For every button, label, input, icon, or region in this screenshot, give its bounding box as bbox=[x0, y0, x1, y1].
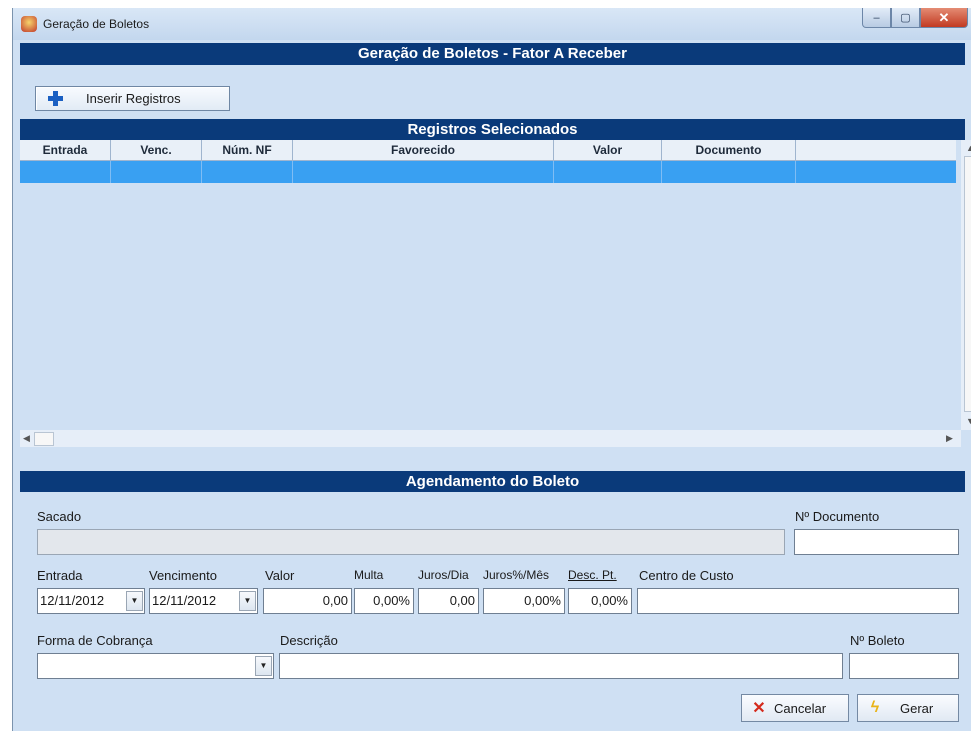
vencimento-label: Vencimento bbox=[149, 568, 217, 583]
cancel-button[interactable]: ✕ Cancelar bbox=[741, 694, 849, 722]
window-title: Geração de Boletos bbox=[43, 17, 150, 31]
desc-field[interactable]: 0,00% bbox=[568, 588, 632, 614]
page-title: Geração de Boletos - Fator A Receber bbox=[20, 43, 965, 65]
descricao-field[interactable] bbox=[279, 653, 843, 679]
valor-label: Valor bbox=[265, 568, 295, 583]
doc-number-field[interactable] bbox=[794, 529, 959, 555]
entrada-label: Entrada bbox=[37, 568, 83, 583]
centro-custo-field[interactable] bbox=[637, 588, 959, 614]
column-header-extra bbox=[796, 140, 956, 160]
title-bar: Geração de Boletos – ▢ ✕ bbox=[13, 8, 971, 40]
column-header-num-nf[interactable]: Núm. NF bbox=[202, 140, 293, 160]
window-controls: – ▢ ✕ bbox=[862, 8, 968, 30]
records-grid[interactable]: Entrada Venc. Núm. NF Favorecido Valor D… bbox=[20, 140, 956, 430]
grid-title: Registros Selecionados bbox=[20, 119, 965, 140]
insert-records-button[interactable]: Inserir Registros bbox=[35, 86, 230, 111]
valor-field[interactable]: 0,00 bbox=[263, 588, 352, 614]
doc-number-label: Nº Documento bbox=[795, 509, 879, 524]
lightning-icon: ϟ bbox=[870, 699, 880, 716]
chevron-down-icon[interactable]: ▼ bbox=[126, 591, 143, 611]
table-cell[interactable] bbox=[111, 161, 202, 183]
table-cell[interactable] bbox=[293, 161, 554, 183]
horizontal-scroll-thumb[interactable] bbox=[34, 432, 54, 446]
juros-mes-label: Juros%/Mês bbox=[483, 568, 550, 582]
sacado-label: Sacado bbox=[37, 509, 82, 524]
app-icon bbox=[21, 16, 37, 32]
vertical-scroll-thumb[interactable] bbox=[964, 156, 971, 412]
doc-number-label-text: Nº Documento bbox=[795, 509, 880, 524]
vencimento-date-value: 12/11/2012 bbox=[152, 593, 217, 608]
generate-button-label: Gerar bbox=[900, 700, 934, 716]
scroll-down-icon[interactable]: ▼ bbox=[966, 416, 971, 426]
desc-label: Desc. Pt. bbox=[568, 568, 617, 582]
grid-header: Entrada Venc. Núm. NF Favorecido Valor D… bbox=[20, 140, 956, 161]
entrada-date-picker[interactable]: 12/11/2012 ▼ bbox=[37, 588, 145, 614]
table-cell[interactable] bbox=[554, 161, 662, 183]
forma-cobranca-select[interactable]: ▼ bbox=[37, 653, 274, 679]
column-header-venc[interactable]: Venc. bbox=[111, 140, 202, 160]
vencimento-date-picker[interactable]: 12/11/2012 ▼ bbox=[149, 588, 258, 614]
centro-custo-label: Centro de Custo bbox=[639, 568, 734, 583]
main-window: Geração de Boletos – ▢ ✕ Geração de Bole… bbox=[12, 8, 971, 731]
close-button[interactable]: ✕ bbox=[920, 8, 968, 28]
boleto-number-label: Nº Boleto bbox=[850, 633, 905, 648]
forma-cobranca-label: Forma de Cobrança bbox=[37, 633, 153, 648]
boleto-number-field[interactable] bbox=[849, 653, 959, 679]
minimize-button[interactable]: – bbox=[862, 8, 891, 28]
column-header-valor[interactable]: Valor bbox=[554, 140, 662, 160]
entrada-date-value: 12/11/2012 bbox=[40, 593, 105, 608]
table-cell[interactable] bbox=[796, 161, 956, 183]
column-header-favorecido[interactable]: Favorecido bbox=[293, 140, 554, 160]
multa-field[interactable]: 0,00% bbox=[354, 588, 414, 614]
generate-button[interactable]: ϟ Gerar bbox=[857, 694, 959, 722]
cancel-button-label: Cancelar bbox=[774, 700, 827, 716]
chevron-down-icon[interactable]: ▼ bbox=[239, 591, 256, 611]
close-icon: ✕ bbox=[752, 700, 766, 717]
juros-dia-field[interactable]: 0,00 bbox=[418, 588, 479, 614]
scroll-up-icon[interactable]: ▲ bbox=[966, 143, 971, 153]
juros-mes-field[interactable]: 0,00% bbox=[483, 588, 565, 614]
column-header-documento[interactable]: Documento bbox=[662, 140, 796, 160]
chevron-down-icon[interactable]: ▼ bbox=[255, 656, 272, 676]
table-cell[interactable] bbox=[20, 161, 111, 183]
juros-dia-label: Juros/Dia bbox=[418, 568, 469, 582]
descricao-label: Descrição bbox=[280, 633, 338, 648]
schedule-title: Agendamento do Boleto bbox=[20, 471, 965, 492]
table-row[interactable] bbox=[20, 161, 956, 183]
multa-label: Multa bbox=[354, 568, 384, 582]
sacado-field[interactable] bbox=[37, 529, 785, 555]
scroll-left-icon[interactable]: ◀ bbox=[23, 433, 30, 444]
horizontal-scrollbar[interactable]: ◀ ▶ bbox=[20, 430, 961, 447]
table-cell[interactable] bbox=[202, 161, 293, 183]
column-header-entrada[interactable]: Entrada bbox=[20, 140, 111, 160]
vertical-scrollbar[interactable]: ▲ ▼ bbox=[961, 140, 971, 430]
maximize-button[interactable]: ▢ bbox=[891, 8, 920, 28]
insert-records-label: Inserir Registros bbox=[86, 91, 181, 106]
table-cell[interactable] bbox=[662, 161, 796, 183]
scroll-right-icon[interactable]: ▶ bbox=[946, 433, 953, 444]
plus-icon bbox=[46, 89, 66, 109]
